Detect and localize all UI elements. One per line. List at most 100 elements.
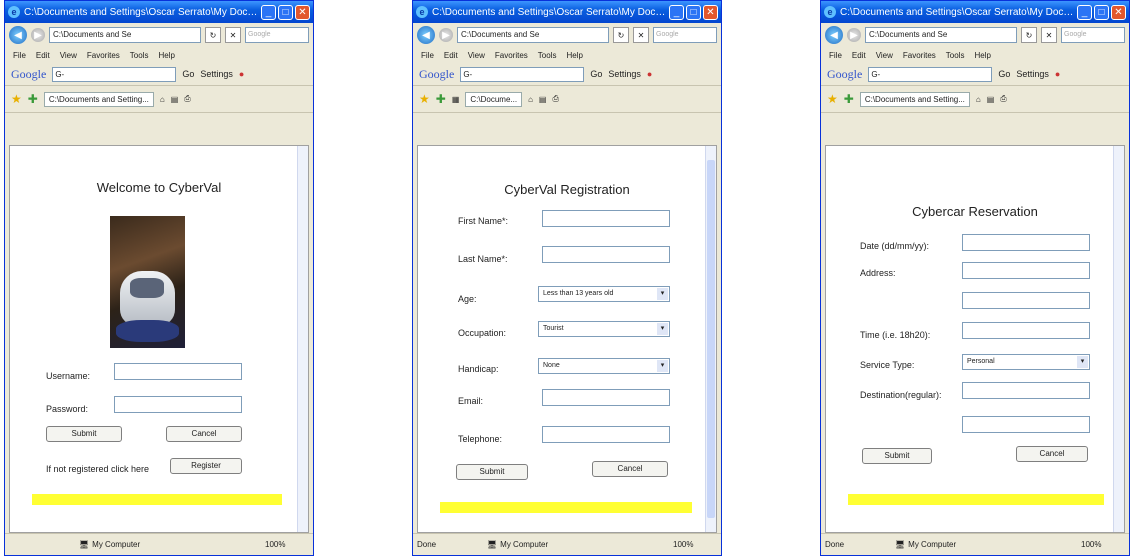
address-input[interactable]: C:\Documents and Se [865, 27, 1017, 43]
search-input[interactable]: Google [245, 27, 309, 43]
google-settings-button[interactable]: Settings [200, 69, 233, 79]
feeds-icon[interactable]: ▤ [539, 95, 547, 104]
browser-tab[interactable]: C:\Docume... [465, 91, 523, 107]
google-go-button[interactable]: Go [590, 69, 602, 79]
back-arrow-icon[interactable]: ◀ [825, 26, 843, 44]
minimize-button[interactable]: _ [261, 4, 276, 20]
service-type-select[interactable]: Personal ▾ [962, 354, 1090, 370]
cancel-button[interactable]: Cancel [166, 426, 242, 442]
menu-view[interactable]: View [468, 51, 485, 60]
toolbar-extra-icon[interactable]: ● [647, 69, 652, 79]
time-input[interactable] [962, 322, 1090, 339]
handicap-select[interactable]: None ▾ [538, 358, 670, 374]
print-icon[interactable]: ⎙ [1000, 94, 1006, 104]
toolbar-extra-icon[interactable]: ● [1055, 69, 1060, 79]
favorites-star-icon[interactable]: ★ [419, 92, 430, 106]
menu-file[interactable]: File [13, 51, 26, 60]
menu-help[interactable]: Help [566, 51, 582, 60]
close-button[interactable]: ✕ [1111, 4, 1126, 20]
search-input[interactable]: Google [653, 27, 717, 43]
feeds-icon[interactable]: ▤ [987, 95, 995, 104]
refresh-icon[interactable]: ↻ [613, 27, 629, 43]
vertical-scrollbar[interactable] [705, 146, 716, 532]
menu-favorites[interactable]: Favorites [903, 51, 936, 60]
menu-edit[interactable]: Edit [444, 51, 458, 60]
stop-icon[interactable]: ✕ [633, 27, 649, 43]
stop-icon[interactable]: ✕ [1041, 27, 1057, 43]
google-search-input[interactable]: G- [460, 66, 585, 82]
add-favorite-icon[interactable]: ✚ [28, 92, 38, 106]
age-select[interactable]: Less than 13 years old ▾ [538, 286, 670, 302]
zoom-level[interactable]: 100% [1081, 540, 1125, 549]
zoom-level[interactable]: 100% [265, 540, 309, 549]
add-favorite-icon[interactable]: ✚ [844, 92, 854, 106]
cancel-button[interactable]: Cancel [1016, 446, 1088, 462]
toolbar-extra-icon[interactable]: ● [239, 69, 244, 79]
vertical-scrollbar[interactable] [297, 146, 308, 532]
last-name-input[interactable] [542, 246, 670, 263]
menu-tools[interactable]: Tools [130, 51, 149, 60]
add-favorite-icon[interactable]: ✚ [436, 92, 446, 106]
stop-icon[interactable]: ✕ [225, 27, 241, 43]
register-button[interactable]: Register [170, 458, 242, 474]
browser-tab[interactable]: C:\Documents and Setting... [859, 91, 970, 107]
close-button[interactable]: ✕ [295, 4, 310, 20]
password-input[interactable] [114, 396, 242, 413]
username-input[interactable] [114, 363, 242, 380]
close-button[interactable]: ✕ [703, 4, 718, 20]
refresh-icon[interactable]: ↻ [205, 27, 221, 43]
email-input[interactable] [542, 389, 670, 406]
menu-edit[interactable]: Edit [852, 51, 866, 60]
menu-tools[interactable]: Tools [946, 51, 965, 60]
feeds-icon[interactable]: ▤ [171, 95, 179, 104]
tab-list-icon[interactable]: ▦ [452, 95, 460, 104]
address-input[interactable]: C:\Documents and Se [49, 27, 201, 43]
menu-view[interactable]: View [60, 51, 77, 60]
menu-edit[interactable]: Edit [36, 51, 50, 60]
favorites-star-icon[interactable]: ★ [827, 92, 838, 106]
menu-tools[interactable]: Tools [538, 51, 557, 60]
first-name-input[interactable] [542, 210, 670, 227]
minimize-button[interactable]: _ [1077, 4, 1092, 20]
browser-tab[interactable]: C:\Documents and Setting... [43, 91, 154, 107]
date-input[interactable] [962, 234, 1090, 251]
favorites-star-icon[interactable]: ★ [11, 92, 22, 106]
google-settings-button[interactable]: Settings [1016, 69, 1049, 79]
menu-favorites[interactable]: Favorites [87, 51, 120, 60]
maximize-button[interactable]: □ [686, 4, 701, 20]
minimize-button[interactable]: _ [669, 4, 684, 20]
forward-arrow-icon[interactable]: ▶ [847, 28, 861, 42]
scrollbar-thumb[interactable] [707, 160, 715, 518]
telephone-input[interactable] [542, 426, 670, 443]
google-search-input[interactable]: G- [868, 66, 993, 82]
vertical-scrollbar[interactable] [1113, 146, 1124, 532]
menu-file[interactable]: File [421, 51, 434, 60]
submit-button[interactable]: Submit [862, 448, 932, 464]
menu-view[interactable]: View [876, 51, 893, 60]
print-icon[interactable]: ⎙ [552, 94, 558, 104]
address-input-line1[interactable] [962, 262, 1090, 279]
home-icon[interactable]: ⌂ [976, 95, 981, 104]
back-arrow-icon[interactable]: ◀ [9, 26, 27, 44]
google-go-button[interactable]: Go [182, 69, 194, 79]
occupation-select[interactable]: Tourist ▾ [538, 321, 670, 337]
home-icon[interactable]: ⌂ [160, 95, 165, 104]
print-icon[interactable]: ⎙ [184, 94, 190, 104]
cancel-button[interactable]: Cancel [592, 461, 668, 477]
google-settings-button[interactable]: Settings [608, 69, 641, 79]
menu-favorites[interactable]: Favorites [495, 51, 528, 60]
refresh-icon[interactable]: ↻ [1021, 27, 1037, 43]
destination-input-2[interactable] [962, 416, 1090, 433]
address-input[interactable]: C:\Documents and Se [457, 27, 609, 43]
home-icon[interactable]: ⌂ [528, 95, 533, 104]
submit-button[interactable]: Submit [46, 426, 122, 442]
destination-input-1[interactable] [962, 382, 1090, 399]
maximize-button[interactable]: □ [1094, 4, 1109, 20]
menu-file[interactable]: File [829, 51, 842, 60]
menu-help[interactable]: Help [974, 51, 990, 60]
search-input[interactable]: Google [1061, 27, 1125, 43]
address-input-line2[interactable] [962, 292, 1090, 309]
google-search-input[interactable]: G- [52, 66, 177, 82]
menu-help[interactable]: Help [158, 51, 174, 60]
submit-button[interactable]: Submit [456, 464, 528, 480]
